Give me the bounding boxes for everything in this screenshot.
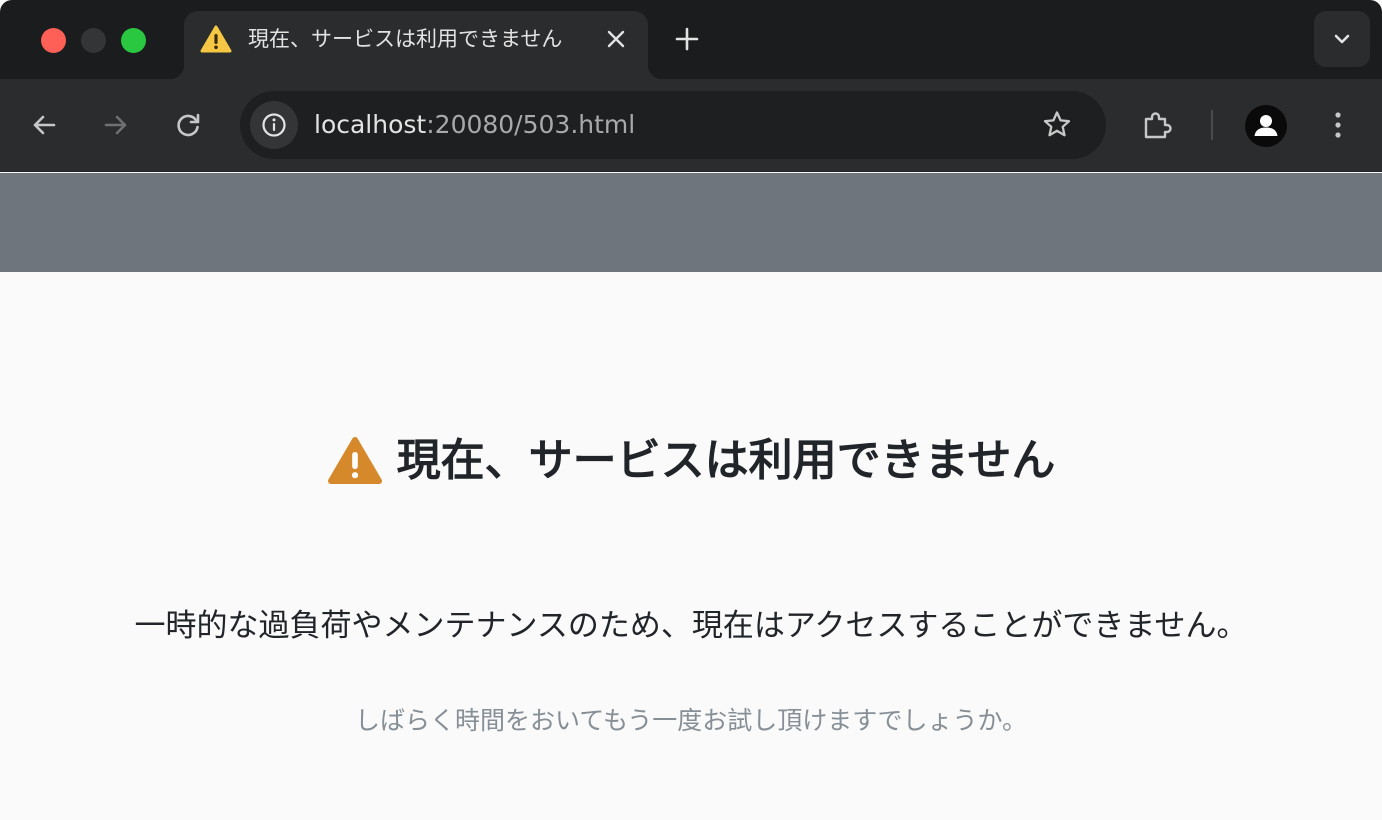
tab-active[interactable]: 現在、サービスは利用できません	[170, 11, 662, 79]
tab-title: 現在、サービスは利用できません	[248, 27, 563, 51]
star-icon[interactable]	[1040, 108, 1074, 142]
profile-button[interactable]	[1245, 105, 1287, 147]
url-host: localhost	[314, 110, 427, 139]
page-header-banner	[0, 173, 1382, 272]
arrow-left-icon[interactable]	[27, 108, 61, 142]
site-info-button[interactable]	[250, 101, 298, 149]
close-icon[interactable]	[604, 27, 628, 51]
page-title: 現在、サービスは利用できません	[396, 435, 1056, 486]
error-message: 一時的な過負荷やメンテナンスのため、現在はアクセスすることができません。	[134, 608, 1248, 644]
kebab-menu-icon[interactable]	[1321, 108, 1355, 142]
puzzle-icon[interactable]	[1140, 108, 1174, 142]
chevron-down-icon	[1334, 34, 1350, 44]
url-path: :20080/503.html	[426, 110, 636, 139]
info-icon	[262, 113, 286, 137]
retry-message: しばらく時間をおいてもう一度お試し頂けますでしょうか。	[354, 706, 1027, 735]
browser-toolbar: localhost:20080/503.html	[0, 79, 1382, 172]
warning-icon	[200, 25, 232, 53]
minimize-window-button[interactable]	[81, 28, 106, 53]
person-icon	[1254, 115, 1278, 136]
page-content: 現在、サービスは利用できません 一時的な過負荷やメンテナンスのため、現在はアクセ…	[0, 173, 1382, 820]
warning-icon	[327, 437, 382, 484]
browser-window: 現在、サービスは利用できません localhost:20080/503.html…	[0, 0, 1382, 820]
tab-strip: 現在、サービスは利用できません	[0, 0, 1382, 79]
address-bar[interactable]: localhost:20080/503.html	[240, 91, 1106, 159]
url-text[interactable]: localhost:20080/503.html	[314, 109, 635, 141]
arrow-right-icon[interactable]	[99, 108, 133, 142]
tab-search-button[interactable]	[1314, 11, 1370, 67]
plus-icon[interactable]	[674, 26, 700, 52]
toolbar-divider	[1211, 110, 1213, 140]
page-heading: 現在、サービスは利用できません	[0, 426, 1382, 496]
close-window-button[interactable]	[41, 28, 66, 53]
reload-icon[interactable]	[171, 108, 205, 142]
zoom-window-button[interactable]	[121, 28, 146, 53]
